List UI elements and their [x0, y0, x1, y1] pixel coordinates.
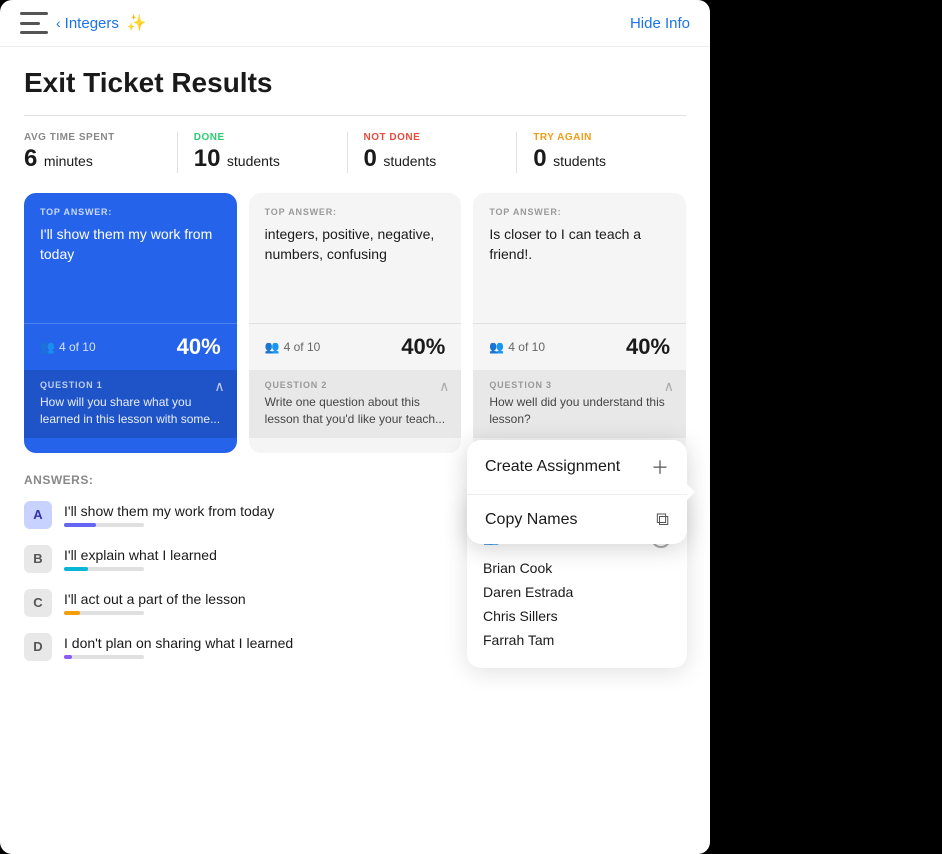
stat-try-again-label: TRY AGAIN: [533, 132, 670, 143]
copy-icon: ⧉: [656, 509, 669, 530]
top-bar-left: ‹ Integers ✨: [20, 12, 147, 34]
answer-bar-wrap-d: [64, 655, 144, 659]
answer-letter-c: C: [24, 589, 52, 617]
cards-row: TOP ANSWER: I'll show them my work from …: [24, 193, 686, 453]
top-bar: ‹ Integers ✨ Hide Info: [0, 0, 710, 47]
create-assignment-label: Create Assignment: [485, 458, 620, 476]
popup-menu: Create Assignment ＋ Copy Names ⧉: [467, 440, 687, 544]
stat-avg-time-unit: minutes: [44, 153, 93, 169]
student-name-4: Farrah Tam: [483, 628, 671, 652]
sparkle-icon: ✨: [127, 13, 147, 33]
answer-bar-b: [64, 567, 88, 571]
card-3-top-answer-label: TOP ANSWER:: [489, 207, 670, 217]
card-3-top-answer-text: Is closer to I can teach a friend!.: [489, 225, 670, 264]
card-1-stats: 👥 4 of 10 40%: [24, 323, 237, 370]
card-1-question-text: How will you share what you learned in t…: [40, 394, 221, 428]
page-title: Exit Ticket Results: [24, 67, 686, 99]
card-3-top: TOP ANSWER: Is closer to I can teach a f…: [473, 193, 686, 323]
stat-not-done-unit: students: [383, 153, 436, 169]
card-1-bottom: QUESTION 1 How will you share what you l…: [24, 370, 237, 438]
people-icon-2: 👥: [265, 340, 280, 354]
card-2-top: TOP ANSWER: integers, positive, negative…: [249, 193, 462, 323]
card-3-stats: 👥 4 of 10 40%: [473, 323, 686, 370]
people-icon-3: 👥: [489, 340, 504, 354]
back-label: Integers: [65, 15, 119, 32]
answer-bar-d: [64, 655, 72, 659]
card-2-percent: 40%: [401, 334, 445, 360]
stat-avg-time-label: AVG TIME SPENT: [24, 132, 161, 143]
card-2-top-answer-text: integers, positive, negative, numbers, c…: [265, 225, 446, 264]
card-1-top-answer-text: I'll show them my work from today: [40, 225, 221, 264]
hide-info-button[interactable]: Hide Info: [630, 15, 690, 32]
student-name-1: Brian Cook: [483, 556, 671, 580]
copy-names-item[interactable]: Copy Names ⧉: [467, 495, 687, 544]
card-2-bottom: QUESTION 2 Write one question about this…: [249, 370, 462, 438]
answer-bar-wrap-a: [64, 523, 144, 527]
stats-row: AVG TIME SPENT 6 minutes DONE 10 student…: [24, 132, 686, 173]
stat-not-done-value: 0: [364, 145, 377, 172]
answer-bar-wrap-b: [64, 567, 144, 571]
card-1-student-count: 👥 4 of 10: [40, 340, 96, 354]
card-3-question-num: QUESTION 3: [489, 380, 670, 390]
card-2-top-answer-label: TOP ANSWER:: [265, 207, 446, 217]
question-card-2[interactable]: TOP ANSWER: integers, positive, negative…: [249, 193, 462, 453]
card-1-top-answer-label: TOP ANSWER:: [40, 207, 221, 217]
stat-avg-time-value: 6: [24, 145, 37, 172]
card-3-bottom: QUESTION 3 How well did you understand t…: [473, 370, 686, 438]
answer-letter-b: B: [24, 545, 52, 573]
stat-try-again-value: 0: [533, 145, 546, 172]
stat-avg-time: AVG TIME SPENT 6 minutes: [24, 132, 178, 173]
answer-letter-d: D: [24, 633, 52, 661]
back-chevron-icon: ‹: [56, 15, 61, 31]
card-1-top: TOP ANSWER: I'll show them my work from …: [24, 193, 237, 323]
question-card-1[interactable]: TOP ANSWER: I'll show them my work from …: [24, 193, 237, 453]
stat-try-again: TRY AGAIN 0 students: [533, 132, 686, 173]
card-2-stats: 👥 4 of 10 40%: [249, 323, 462, 370]
sidebar-toggle-button[interactable]: [20, 12, 48, 34]
stat-not-done-label: NOT DONE: [364, 132, 501, 143]
card-2-student-count: 👥 4 of 10: [265, 340, 321, 354]
card-1-chevron-icon[interactable]: ∧: [214, 378, 224, 395]
people-icon-1: 👥: [40, 340, 55, 354]
stat-done-label: DONE: [194, 132, 331, 143]
stat-done-unit: students: [227, 153, 280, 169]
student-name-3: Chris Sillers: [483, 604, 671, 628]
card-2-question-text: Write one question about this lesson tha…: [265, 394, 446, 428]
stat-done-value: 10: [194, 145, 221, 172]
answer-letter-a: A: [24, 501, 52, 529]
question-card-3[interactable]: TOP ANSWER: Is closer to I can teach a f…: [473, 193, 686, 453]
card-2-chevron-icon[interactable]: ∧: [439, 378, 449, 395]
stat-not-done: NOT DONE 0 students: [364, 132, 518, 173]
answer-bar-c: [64, 611, 80, 615]
card-3-chevron-icon[interactable]: ∧: [664, 378, 674, 395]
card-2-question-num: QUESTION 2: [265, 380, 446, 390]
divider-1: [24, 115, 686, 116]
student-name-2: Daren Estrada: [483, 580, 671, 604]
card-3-question-text: How well did you understand this lesson?: [489, 394, 670, 428]
plus-icon: ＋: [651, 454, 669, 480]
answer-bar-a: [64, 523, 96, 527]
copy-names-label: Copy Names: [485, 511, 577, 529]
create-assignment-item[interactable]: Create Assignment ＋: [467, 440, 687, 495]
back-button[interactable]: ‹ Integers: [56, 15, 119, 32]
card-3-percent: 40%: [626, 334, 670, 360]
popup-arrow: [687, 484, 695, 500]
card-1-percent: 40%: [177, 334, 221, 360]
main-panel: ‹ Integers ✨ Hide Info Exit Ticket Resul…: [0, 0, 710, 854]
stat-try-again-unit: students: [553, 153, 606, 169]
answer-bar-wrap-c: [64, 611, 144, 615]
card-1-question-num: QUESTION 1: [40, 380, 221, 390]
card-3-student-count: 👥 4 of 10: [489, 340, 545, 354]
stat-done: DONE 10 students: [194, 132, 348, 173]
